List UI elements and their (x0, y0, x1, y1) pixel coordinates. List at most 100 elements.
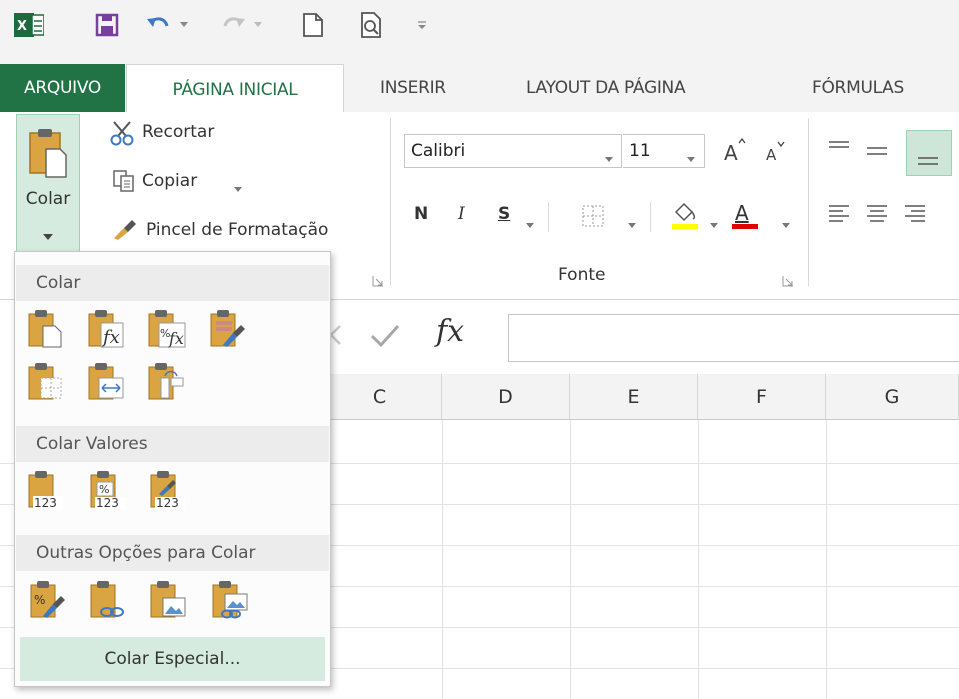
font-size-combobox[interactable]: 11 (623, 134, 705, 168)
paste-transpose-icon[interactable] (147, 362, 187, 402)
paste-dropdown-icon (43, 227, 53, 246)
redo-dropdown-icon[interactable] (251, 9, 265, 41)
column-gridline (570, 420, 571, 699)
font-name-combobox[interactable]: Calibri (404, 134, 622, 168)
insert-function-button[interactable]: fx (436, 314, 464, 349)
group-separator (390, 118, 391, 286)
fill-color-icon[interactable] (670, 198, 700, 236)
section-other-paste-options-header: Outras Opções para Colar (16, 535, 329, 571)
underline-dropdown-icon[interactable] (526, 214, 534, 233)
paste-values-icon[interactable]: 123 (27, 470, 67, 510)
excel-logo-icon[interactable]: X (10, 9, 48, 41)
section-paste-values-header: Colar Valores (16, 426, 329, 462)
font-group-label: Fonte (558, 265, 606, 285)
align-right-icon[interactable] (904, 204, 926, 226)
format-painter-icon[interactable] (112, 216, 138, 246)
new-document-icon[interactable] (296, 9, 330, 41)
svg-text:fx: fx (168, 329, 184, 348)
separator (650, 202, 651, 232)
paste-values-source-formatting-icon[interactable]: 123 (149, 470, 189, 510)
column-header-e[interactable]: E (570, 374, 698, 420)
increase-font-size-icon[interactable]: A (722, 136, 748, 168)
column-gridline (442, 420, 443, 699)
undo-dropdown-icon[interactable] (177, 9, 191, 41)
font-name-value: Calibri (411, 141, 466, 161)
column-header-c[interactable]: C (318, 374, 442, 420)
svg-text:123: 123 (34, 496, 57, 510)
paste-button[interactable]: Colar (16, 114, 80, 252)
formula-input[interactable] (508, 314, 959, 362)
paste-clipboard-icon (28, 127, 68, 183)
tab-insert[interactable]: INSERIR (380, 64, 446, 112)
column-gridline (826, 420, 827, 699)
svg-text:123: 123 (156, 496, 179, 510)
font-dialog-launcher-icon[interactable] (782, 272, 794, 291)
align-left-icon[interactable] (828, 204, 850, 226)
paste-options-menu: Colar fx % fx Colar Valores 123 % 123 12… (14, 251, 331, 687)
paste-special-menu-item[interactable]: Colar Especial... (20, 637, 325, 681)
align-top-icon[interactable] (828, 140, 850, 160)
svg-text:A: A (766, 146, 777, 164)
format-painter-button[interactable]: Pincel de Formatação (146, 220, 328, 240)
paste-keep-source-formatting-icon[interactable] (209, 309, 249, 349)
borders-dropdown-icon[interactable] (628, 214, 636, 233)
decrease-font-size-icon[interactable]: A (764, 140, 788, 168)
tab-page-layout[interactable]: LAYOUT DA PÁGINA (526, 64, 686, 112)
column-gridline (698, 420, 699, 699)
group-separator (808, 118, 809, 286)
paste-picture-icon[interactable] (149, 580, 189, 620)
chevron-down-icon (687, 148, 695, 167)
column-header-d[interactable]: D (442, 374, 570, 420)
redo-icon[interactable] (216, 9, 250, 41)
cut-button[interactable]: Recortar (142, 122, 214, 142)
font-size-value: 11 (629, 141, 651, 161)
paste-linked-picture-icon[interactable] (211, 580, 251, 620)
svg-text:A: A (735, 201, 749, 225)
copy-icon[interactable] (112, 169, 136, 197)
paste-values-number-formatting-icon[interactable]: % 123 (89, 470, 129, 510)
font-color-dropdown-icon[interactable] (782, 214, 790, 233)
borders-icon[interactable] (582, 205, 604, 231)
font-color-icon[interactable]: A (730, 198, 760, 236)
tab-formulas[interactable]: FÓRMULAS (812, 64, 904, 112)
confirm-entry-icon[interactable] (368, 322, 402, 354)
customize-toolbar-icon[interactable] (412, 9, 432, 41)
column-header-g[interactable]: G (826, 374, 959, 420)
svg-text:fx: fx (101, 327, 120, 348)
align-bottom-icon (917, 153, 939, 172)
svg-text:X: X (17, 19, 27, 34)
scissors-icon[interactable] (110, 120, 134, 146)
copy-dropdown-icon[interactable] (234, 178, 242, 197)
paste-formulas-icon[interactable]: fx (87, 309, 127, 349)
separator (548, 202, 549, 232)
tab-file[interactable]: ARQUIVO (0, 64, 125, 112)
paste-link-icon[interactable] (89, 580, 129, 620)
save-icon[interactable] (90, 9, 124, 41)
undo-icon[interactable] (142, 9, 176, 41)
copy-button[interactable]: Copiar (142, 171, 197, 191)
clipboard-dialog-launcher-icon[interactable] (372, 272, 384, 291)
svg-text:123: 123 (96, 496, 119, 510)
fill-color-dropdown-icon[interactable] (710, 214, 718, 233)
align-bottom-button[interactable] (906, 130, 952, 176)
align-center-icon[interactable] (866, 204, 888, 226)
paste-no-borders-icon[interactable] (27, 362, 67, 402)
column-header-f[interactable]: F (698, 374, 826, 420)
italic-button[interactable]: I (458, 204, 465, 224)
align-middle-icon[interactable] (866, 144, 888, 164)
chevron-down-icon (605, 148, 613, 167)
underline-button[interactable]: S (498, 204, 510, 224)
ribbon-tabs: ARQUIVO PÁGINA INICIAL INSERIR LAYOUT DA… (0, 50, 959, 114)
section-paste-header: Colar (16, 265, 329, 301)
quick-access-toolbar: X (0, 0, 959, 50)
paste-keep-column-widths-icon[interactable] (87, 362, 127, 402)
paste-formatting-icon[interactable]: % (29, 580, 69, 620)
paste-formulas-number-formatting-icon[interactable]: % fx (147, 309, 187, 349)
paste-label: Colar (25, 189, 71, 209)
paste-icon[interactable] (27, 309, 67, 349)
tab-home[interactable]: PÁGINA INICIAL (126, 64, 344, 114)
bold-button[interactable]: N (414, 204, 428, 224)
print-preview-icon[interactable] (355, 9, 389, 41)
svg-text:%: % (99, 483, 109, 496)
svg-text:%: % (34, 593, 45, 607)
